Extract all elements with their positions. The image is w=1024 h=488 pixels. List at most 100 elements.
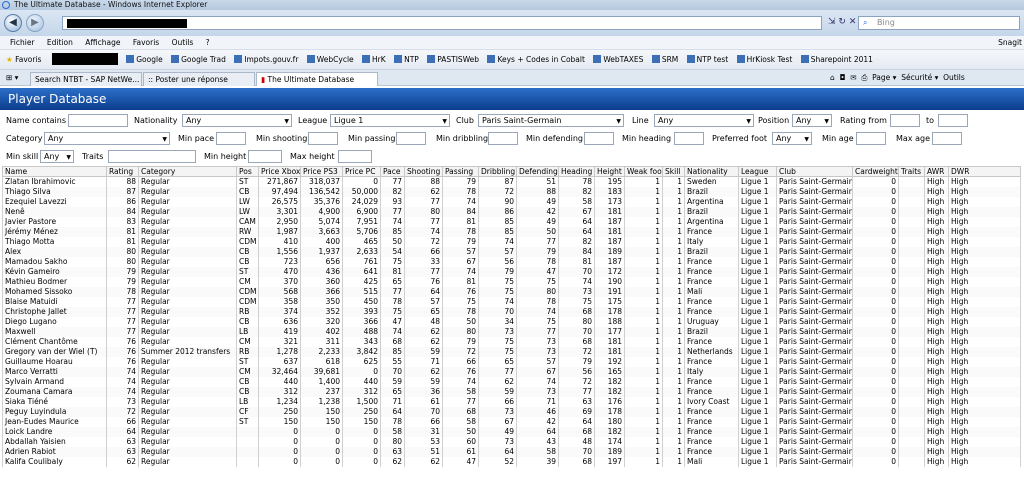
table-row[interactable]: Jean-Eudes Maurice 66 Regular ST 150 150 150 78…: [2, 417, 1021, 427]
max-age-input[interactable]: [932, 132, 962, 145]
table-row[interactable]: Zoumana Camara 74 Regular CB 312 237 312 65 36 58…: [2, 387, 1021, 397]
column-header-dwr[interactable]: DWR: [948, 166, 1021, 177]
column-header-price-pc[interactable]: Price PC: [342, 166, 381, 177]
column-header-league[interactable]: League: [738, 166, 777, 177]
fav-google-trad[interactable]: Google Trad: [171, 50, 226, 69]
table-row[interactable]: Mamadou Sakho 80 Regular CB 723 656 761 75 33 67 5…: [2, 257, 1021, 267]
table-row[interactable]: Alex 80 Regular CB 1,556 1,937 2,633 54 66 57 57 79…: [2, 247, 1021, 257]
table-row[interactable]: Siaka Tiéné 73 Regular LB 1,234 1,238 1,500 71 6…: [2, 397, 1021, 407]
column-header-rating[interactable]: Rating: [106, 166, 139, 177]
column-header-height[interactable]: Height: [594, 166, 625, 177]
table-row[interactable]: Peguy Luyindula 72 Regular CF 250 150 250 64 70 6…: [2, 407, 1021, 417]
column-header-shooting[interactable]: Shooting: [404, 166, 443, 177]
fav-pastisweb[interactable]: PASTISWeb: [427, 50, 479, 69]
column-header-category[interactable]: Category: [138, 166, 237, 177]
tab-sap-search[interactable]: Search NTBT - SAP NetWe...: [30, 72, 142, 86]
category-select[interactable]: Any: [44, 132, 170, 145]
compat-icon[interactable]: ⇲: [828, 17, 836, 27]
table-row[interactable]: Jérémy Ménez 81 Regular RW 1,987 3,663 5,706 85…: [2, 227, 1021, 237]
min-skill-select[interactable]: Any: [40, 150, 74, 163]
min-height-input[interactable]: [248, 150, 282, 163]
table-row[interactable]: Blaise Matuidi 77 Regular CDM 358 350 450 78 57 7…: [2, 297, 1021, 307]
fav-sharepoint[interactable]: Sharepoint 2011: [800, 50, 873, 69]
min-passing-input[interactable]: [396, 132, 426, 145]
menu-edition[interactable]: Edition: [47, 38, 73, 47]
column-header-pos[interactable]: Pos: [236, 166, 259, 177]
column-header-weak-foot[interactable]: Weak foot: [624, 166, 663, 177]
table-row[interactable]: Thiago Silva 87 Regular CB 97,494 136,542 50,0…: [2, 187, 1021, 197]
club-select[interactable]: Paris Saint-Germain: [478, 114, 624, 127]
fav-impots[interactable]: Impots.gouv.fr: [234, 50, 298, 69]
quick-tabs-icon[interactable]: ⊞ ▾: [6, 70, 18, 86]
table-row[interactable]: Sylvain Armand 74 Regular CB 440 1,400 440 59 59…: [2, 377, 1021, 387]
fav-hrkiosk-test[interactable]: HrKiosk Test: [736, 50, 792, 69]
table-row[interactable]: Clément Chantôme 76 Regular CM 321 311 343 68 62…: [2, 337, 1021, 347]
table-row[interactable]: Christophe Jallet 77 Regular RB 374 352 393 75 6…: [2, 307, 1021, 317]
table-row[interactable]: Guillaume Hoarau 76 Regular ST 637 618 625 55 71…: [2, 357, 1021, 367]
table-row[interactable]: Loick Landre 64 Regular 0 0 0 58 31 50 49 64 68 182 1…: [2, 427, 1021, 437]
table-row[interactable]: Mohamed Sissoko 78 Regular CDM 568 366 515 77 64…: [2, 287, 1021, 297]
name-contains-input[interactable]: [68, 114, 128, 127]
nationality-select[interactable]: Any: [182, 114, 292, 127]
column-header-cardweight[interactable]: Cardweight: [852, 166, 899, 177]
column-header-club[interactable]: Club: [776, 166, 853, 177]
favorites-button[interactable]: ★ Favoris: [6, 50, 41, 69]
line-select[interactable]: Any: [654, 114, 754, 127]
forward-button[interactable]: ▶: [26, 14, 44, 32]
fav-keys-codes[interactable]: Keys + Codes in Cobalt: [487, 50, 585, 69]
menu-affichage[interactable]: Affichage: [85, 38, 120, 47]
fav-google[interactable]: Google: [126, 50, 163, 69]
max-height-input[interactable]: [338, 150, 372, 163]
fav-srm[interactable]: SRM: [651, 50, 678, 69]
column-header-nationality[interactable]: Nationality: [684, 166, 739, 177]
url-input[interactable]: [62, 16, 822, 30]
table-row[interactable]: Ezequiel Lavezzi 86 Regular LW 26,575 35,376 2…: [2, 197, 1021, 207]
column-header-passing[interactable]: Passing: [442, 166, 479, 177]
tools-menu[interactable]: Outils: [943, 73, 965, 82]
tab-ultimate-database[interactable]: ▮ The Ultimate Database: [256, 72, 378, 86]
snagit-button[interactable]: Snagit: [998, 36, 1022, 50]
table-row[interactable]: Thiago Motta 81 Regular CDM 410 400 465 50 72 79 7…: [2, 237, 1021, 247]
min-dribbling-input[interactable]: [488, 132, 518, 145]
traits-input[interactable]: [108, 150, 196, 163]
column-header-awr[interactable]: AWR: [924, 166, 949, 177]
security-menu[interactable]: Sécurité ▾: [901, 73, 938, 82]
column-header-defending[interactable]: Defending: [516, 166, 559, 177]
min-heading-input[interactable]: [674, 132, 704, 145]
home-icon[interactable]: ⌂: [830, 73, 835, 82]
table-row[interactable]: Mathieu Bodmer 79 Regular CM 370 360 425 65 76 81…: [2, 277, 1021, 287]
rating-to-input[interactable]: [938, 114, 968, 127]
refresh-icon[interactable]: ↻: [838, 17, 846, 27]
column-header-price-xbox[interactable]: Price Xbox: [258, 166, 301, 177]
preferred-foot-select[interactable]: Any: [772, 132, 812, 145]
rating-from-input[interactable]: [890, 114, 920, 127]
table-row[interactable]: Javier Pastore 83 Regular CAM 2,950 5,074 7,95…: [2, 217, 1021, 227]
min-pace-input[interactable]: [216, 132, 246, 145]
fav-ntp[interactable]: NTP: [394, 50, 419, 69]
min-age-input[interactable]: [856, 132, 886, 145]
page-menu[interactable]: Page ▾: [872, 73, 896, 82]
table-row[interactable]: Abdallah Yaisien 63 Regular 0 0 0 80 53 60 73 43 48…: [2, 437, 1021, 447]
table-row[interactable]: Gregory van der Wiel (T) 76 Summer 2012 tr…: [2, 347, 1021, 357]
fav-webcycle[interactable]: WebCycle: [306, 50, 354, 69]
back-button[interactable]: ◀: [4, 14, 22, 32]
feeds-icon[interactable]: ◘: [840, 73, 846, 82]
league-select[interactable]: Ligue 1: [330, 114, 450, 127]
menu-outils[interactable]: Outils: [172, 38, 194, 47]
column-header-traits[interactable]: Traits: [898, 166, 925, 177]
column-header-pace[interactable]: Pace: [380, 166, 405, 177]
column-header-dribbling[interactable]: Dribbling: [478, 166, 517, 177]
table-row[interactable]: Nenê 84 Regular LW 3,301 4,900 6,900 77 80 84 86 42…: [2, 207, 1021, 217]
column-header-name[interactable]: Name: [2, 166, 107, 177]
table-row[interactable]: Zlatan Ibrahimovic 88 Regular ST 271,867 318,…: [2, 176, 1021, 187]
column-header-skill[interactable]: Skill: [662, 166, 685, 177]
fav-hrk[interactable]: HrK: [362, 50, 386, 69]
table-row[interactable]: Kévin Gameiro 79 Regular ST 470 436 641 81 77 74 7…: [2, 267, 1021, 277]
mail-icon[interactable]: ✉: [850, 73, 856, 82]
min-shooting-input[interactable]: [308, 132, 338, 145]
table-row[interactable]: Diego Lugano 77 Regular CB 636 320 366 47 48 50 34…: [2, 317, 1021, 327]
fav-ntp-test[interactable]: NTP test: [686, 50, 728, 69]
tab-poster-reponse[interactable]: :: Poster une réponse: [143, 72, 255, 86]
column-header-price-ps3[interactable]: Price PS3: [300, 166, 343, 177]
table-row[interactable]: Kalifa Coulibaly 62 Regular 0 0 0 62 62 47 52 39 68…: [2, 457, 1021, 467]
